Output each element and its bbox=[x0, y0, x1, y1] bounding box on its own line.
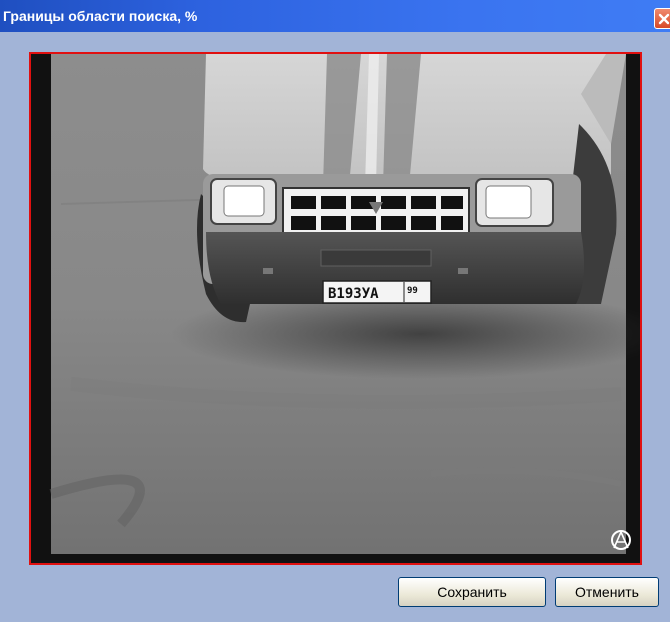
close-icon bbox=[658, 13, 670, 25]
search-area-dialog: Границы области поиска, % В193УА 99 Сохр… bbox=[0, 0, 670, 622]
close-button[interactable] bbox=[654, 8, 670, 29]
camera-image: В193УА 99 bbox=[31, 54, 640, 563]
camera-frame[interactable]: В193УА 99 bbox=[29, 52, 642, 565]
title-bar[interactable]: Границы области поиска, % bbox=[0, 0, 670, 32]
license-plate: В193УА 99 bbox=[322, 280, 432, 304]
cancel-button[interactable]: Отменить bbox=[555, 577, 659, 607]
window-title: Границы области поиска, % bbox=[3, 8, 198, 24]
vehicle: В193УА 99 bbox=[197, 54, 626, 323]
grille bbox=[282, 187, 470, 239]
plate-region: 99 bbox=[407, 286, 418, 296]
save-button[interactable]: Сохранить bbox=[398, 577, 546, 607]
plate-number: В193УА bbox=[328, 286, 379, 302]
